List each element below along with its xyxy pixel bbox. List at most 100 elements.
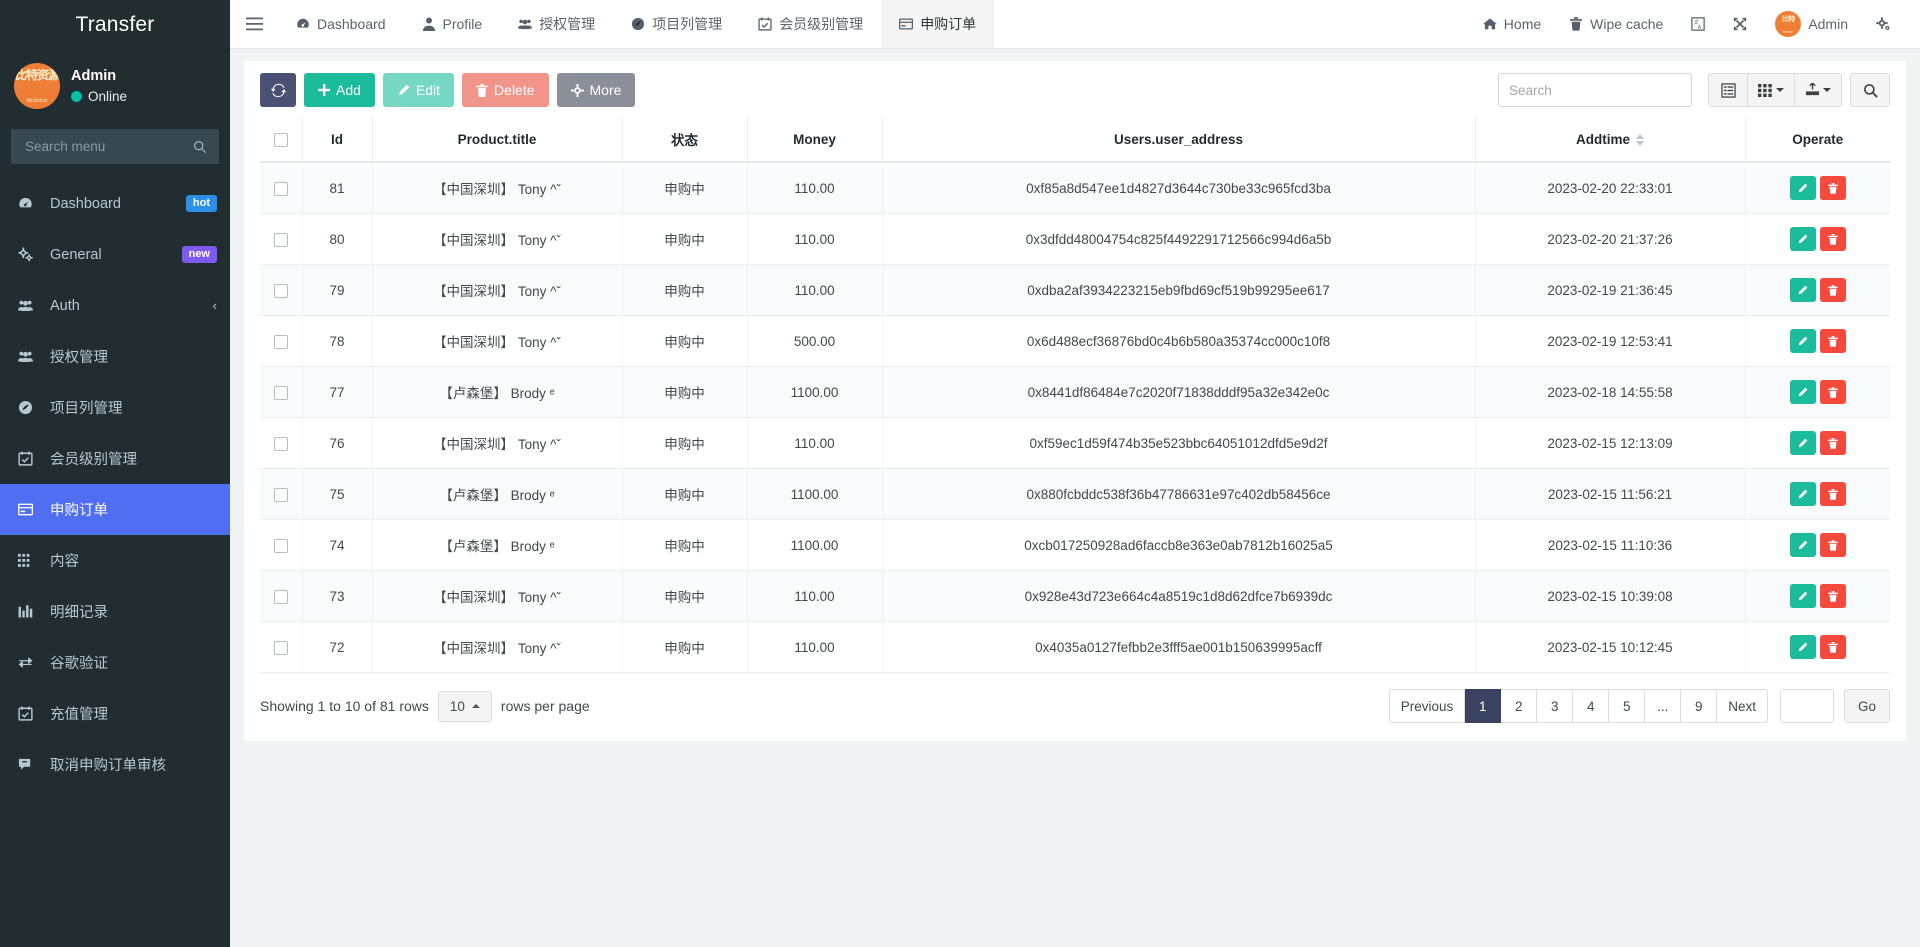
row-delete-button[interactable] (1819, 431, 1846, 455)
refresh-button[interactable] (260, 73, 296, 107)
cell-checkbox[interactable] (260, 519, 303, 571)
row-delete-button[interactable] (1819, 227, 1846, 251)
sidebar-item-11[interactable]: 取消申购订单审核 (0, 739, 230, 790)
cell-checkbox[interactable] (260, 570, 303, 622)
edit-button[interactable]: Edit (382, 73, 455, 107)
sidebar-item-5[interactable]: 会员级别管理 (0, 433, 230, 484)
table-row[interactable]: 72 【中国深圳】 Tony ^ˇ 申购中 110.00 0x4035a0127fefb… (260, 621, 1890, 673)
row-delete-button[interactable] (1819, 482, 1846, 506)
row-edit-button[interactable] (1789, 227, 1816, 251)
row-edit-button[interactable] (1789, 431, 1816, 455)
row-checkbox[interactable] (273, 487, 288, 502)
row-edit-button[interactable] (1789, 482, 1816, 506)
top-tab-3[interactable]: 项目列管理 (613, 0, 740, 48)
top-tab-1[interactable]: Profile (404, 0, 501, 48)
sidebar-item-2[interactable]: Auth ‹ (0, 280, 230, 331)
page-button-next[interactable]: Next (1717, 689, 1768, 723)
sidebar-item-6[interactable]: 申购订单 (0, 484, 230, 535)
table-row[interactable]: 78 【中国深圳】 Tony ^ˇ 申购中 500.00 0x6d488ecf36876… (260, 315, 1890, 367)
row-edit-button[interactable] (1789, 584, 1816, 608)
row-checkbox[interactable] (273, 436, 288, 451)
top-tab-5[interactable]: 申购订单 (881, 0, 995, 48)
table-header-addtime[interactable]: Addtime (1475, 117, 1746, 163)
row-delete-button[interactable] (1819, 176, 1846, 200)
delete-button[interactable]: Delete (462, 73, 549, 107)
sidebar-item-9[interactable]: 谷歌验证 (0, 637, 230, 688)
row-edit-button[interactable] (1789, 635, 1816, 659)
sidebar-item-7[interactable]: 内容 (0, 535, 230, 586)
row-checkbox[interactable] (273, 538, 288, 553)
page-button-previous[interactable]: Previous (1388, 689, 1466, 723)
sidebar-item-4[interactable]: 项目列管理 (0, 382, 230, 433)
page-button-3[interactable]: 3 (1537, 689, 1574, 723)
cell-checkbox[interactable] (260, 621, 303, 673)
cell-checkbox[interactable] (260, 213, 303, 265)
table-row[interactable]: 81 【中国深圳】 Tony ^ˇ 申购中 110.00 0xf85a8d547ee1d… (260, 162, 1890, 214)
sidebar-item-10[interactable]: 充值管理 (0, 688, 230, 739)
page-button-4[interactable]: 4 (1573, 689, 1610, 723)
search-input[interactable] (1498, 73, 1692, 107)
table-row[interactable]: 79 【中国深圳】 Tony ^ˇ 申购中 110.00 0xdba2af3934223… (260, 264, 1890, 316)
row-delete-button[interactable] (1819, 584, 1846, 608)
cell-checkbox[interactable] (260, 315, 303, 367)
row-delete-button[interactable] (1819, 329, 1846, 353)
top-nav-right-4[interactable]: 比特 bitcoin Admin (1761, 0, 1862, 48)
cell-checkbox[interactable] (260, 417, 303, 469)
top-tab-4[interactable]: 会员级别管理 (740, 0, 881, 48)
export-icon-button[interactable] (1795, 73, 1842, 107)
page-button-1[interactable]: 1 (1465, 689, 1502, 723)
sidebar-search[interactable] (11, 129, 219, 164)
cell-checkbox[interactable] (260, 366, 303, 418)
page-button-5[interactable]: 5 (1609, 689, 1646, 723)
hamburger-icon[interactable] (230, 0, 278, 48)
rows-per-page-select[interactable]: 10 (437, 690, 492, 722)
row-checkbox[interactable] (273, 232, 288, 247)
row-edit-button[interactable] (1789, 380, 1816, 404)
row-delete-button[interactable] (1819, 278, 1846, 302)
cell-checkbox[interactable] (260, 468, 303, 520)
page-button-9[interactable]: 9 (1681, 689, 1718, 723)
add-button[interactable]: Add (304, 73, 375, 107)
table-row[interactable]: 80 【中国深圳】 Tony ^ˇ 申购中 110.00 0x3dfdd48004754… (260, 213, 1890, 265)
top-nav-right-5[interactable] (1862, 0, 1904, 48)
table-row[interactable]: 77 【卢森堡】 Brody ᵉ 申购中 1100.00 0x8441df86484e7… (260, 366, 1890, 418)
grid-columns-icon-button[interactable] (1748, 73, 1795, 107)
row-checkbox[interactable] (273, 181, 288, 196)
top-nav-right-3[interactable] (1719, 0, 1761, 48)
row-checkbox[interactable] (273, 283, 288, 298)
row-edit-button[interactable] (1789, 533, 1816, 557)
select-all-checkbox[interactable] (273, 132, 288, 147)
top-nav-right-2[interactable]: 文A (1677, 0, 1719, 48)
sort-icon[interactable] (1636, 133, 1644, 146)
sidebar-item-0[interactable]: Dashboard hot (0, 178, 230, 229)
cell-checkbox[interactable] (260, 264, 303, 316)
list-columns-icon-button[interactable] (1708, 73, 1748, 107)
row-checkbox[interactable] (273, 640, 288, 655)
table-row[interactable]: 75 【卢森堡】 Brody ᵉ 申购中 1100.00 0x880fcbddc538f… (260, 468, 1890, 520)
table-row[interactable]: 76 【中国深圳】 Tony ^ˇ 申购中 110.00 0xf59ec1d59f474… (260, 417, 1890, 469)
table-row[interactable]: 73 【中国深圳】 Tony ^ˇ 申购中 110.00 0x928e43d723e66… (260, 570, 1890, 622)
row-delete-button[interactable] (1819, 533, 1846, 557)
row-checkbox[interactable] (273, 334, 288, 349)
sidebar-item-3[interactable]: 授权管理 (0, 331, 230, 382)
goto-page-input[interactable] (1779, 689, 1834, 723)
row-edit-button[interactable] (1789, 176, 1816, 200)
sidebar-item-1[interactable]: General new (0, 229, 230, 280)
top-tab-2[interactable]: 授权管理 (500, 0, 613, 48)
row-delete-button[interactable] (1819, 635, 1846, 659)
search-menu-input[interactable] (23, 138, 193, 155)
top-nav-right-0[interactable]: Home (1469, 0, 1555, 48)
row-edit-button[interactable] (1789, 278, 1816, 302)
row-delete-button[interactable] (1819, 380, 1846, 404)
row-checkbox[interactable] (273, 385, 288, 400)
top-nav-right-1[interactable]: Wipe cache (1555, 0, 1677, 48)
goto-page-button[interactable]: Go (1843, 689, 1890, 723)
page-button-2[interactable]: 2 (1501, 689, 1538, 723)
page-button-dotsdotsdots[interactable]: ... (1645, 689, 1682, 723)
table-row[interactable]: 74 【卢森堡】 Brody ᵉ 申购中 1100.00 0xcb017250928ad… (260, 519, 1890, 571)
row-checkbox[interactable] (273, 589, 288, 604)
sidebar-item-8[interactable]: 明细记录 (0, 586, 230, 637)
search-submit-button[interactable] (1850, 73, 1890, 107)
cell-checkbox[interactable] (260, 162, 303, 214)
more-button[interactable]: More (556, 73, 636, 107)
